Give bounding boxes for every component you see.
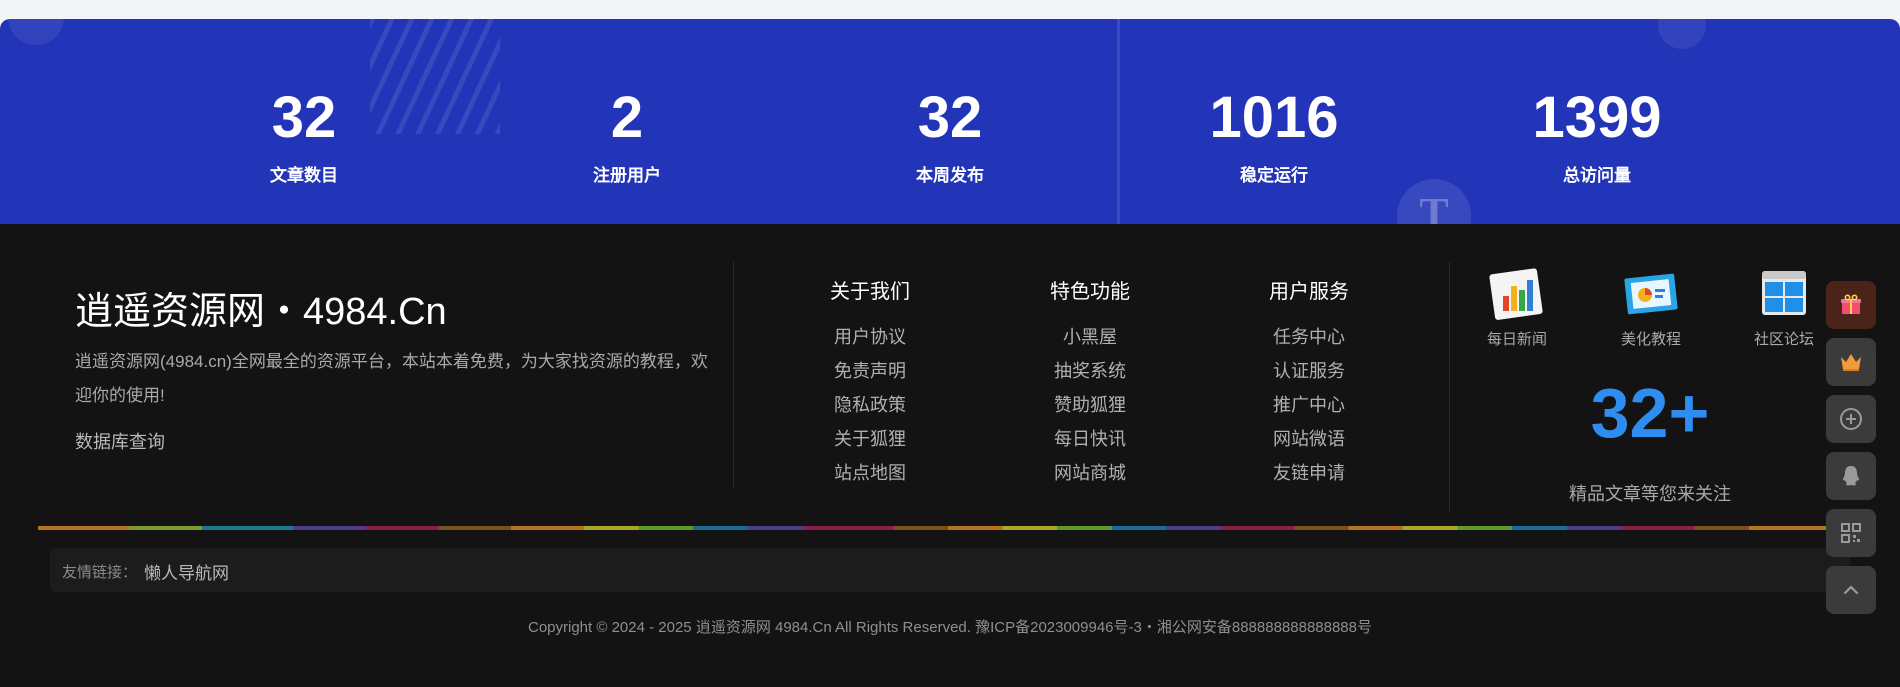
copyright-text: Copyright © 2024 - 2025 逍遥资源网 4984.Cn Al… xyxy=(528,619,1372,636)
presentation-icon xyxy=(1623,268,1679,320)
footer-link[interactable]: 关于狐狸 xyxy=(790,422,950,456)
database-query-link[interactable]: 数据库查询 xyxy=(75,428,165,454)
footer-link[interactable]: 任务中心 xyxy=(1229,320,1389,354)
friend-link[interactable]: 懒人导航网 xyxy=(144,559,229,584)
stat-value: 2 xyxy=(610,85,644,150)
footer-link[interactable]: 赞助狐狸 xyxy=(1010,388,1170,422)
qr-code-button[interactable] xyxy=(1826,509,1876,557)
column-title: 特色功能 xyxy=(1050,281,1130,303)
footer-link[interactable]: 站点地图 xyxy=(790,456,950,490)
stat-label: 文章数目 xyxy=(270,166,338,185)
back-to-top-icon xyxy=(1843,585,1859,595)
link-column-about: 关于我们 用户协议 免责声明 隐私政策 关于狐狸 站点地图 xyxy=(790,275,950,490)
site-title: 逍遥资源网・4984.Cn xyxy=(75,291,447,333)
stat-visits: 1399 总访问量 xyxy=(1487,89,1707,186)
decorative-circle xyxy=(1658,19,1706,49)
footer-link[interactable]: 抽奖系统 xyxy=(1010,354,1170,388)
add-button[interactable] xyxy=(1826,395,1876,443)
footer-link[interactable]: 网站微语 xyxy=(1229,422,1389,456)
stat-value: 32 xyxy=(917,85,983,150)
app-beautify-tutorial[interactable]: 美化教程 xyxy=(1596,268,1706,349)
footer-link[interactable]: 认证服务 xyxy=(1229,354,1389,388)
footer-link[interactable]: 推广中心 xyxy=(1229,388,1389,422)
footer-link[interactable]: 每日快讯 xyxy=(1010,422,1170,456)
vip-button[interactable] xyxy=(1826,338,1876,386)
column-title: 关于我们 xyxy=(830,281,910,303)
friend-links-bar: 友情链接： 懒人导航网 xyxy=(50,548,1850,592)
stat-value: 1399 xyxy=(1532,85,1662,150)
plus-circle-icon xyxy=(1840,408,1862,430)
stat-label: 总访问量 xyxy=(1563,166,1631,185)
bar-chart-icon xyxy=(1489,268,1545,320)
footer-link[interactable]: 网站商城 xyxy=(1010,456,1170,490)
app-label: 每日新闻 xyxy=(1486,331,1547,348)
rainbow-divider xyxy=(38,526,1858,530)
footer-link[interactable]: 用户协议 xyxy=(790,320,950,354)
qr-code-icon xyxy=(1841,523,1861,543)
stats-band: T 32 文章数目 2 注册用户 32 本周发布 1016 稳定运行 1399 … xyxy=(0,19,1900,224)
site-description: 逍遥资源网(4984.cn)全网最全的资源平台，本站本着免费，为大家找资源的教程… xyxy=(75,352,708,405)
windows-icon xyxy=(1756,268,1812,320)
stat-label: 本周发布 xyxy=(916,166,984,185)
decorative-divider xyxy=(1117,19,1120,224)
qq-button[interactable] xyxy=(1826,452,1876,500)
footer-divider xyxy=(733,262,734,487)
qq-icon xyxy=(1842,466,1860,486)
decorative-circle xyxy=(8,19,64,45)
article-count-caption: 精品文章等您来关注 xyxy=(1569,484,1731,504)
app-label: 社区论坛 xyxy=(1753,331,1814,348)
footer-link[interactable]: 免责声明 xyxy=(790,354,950,388)
link-column-services: 用户服务 任务中心 认证服务 推广中心 网站微语 友链申请 xyxy=(1229,275,1389,490)
article-count: 32+ xyxy=(1590,374,1710,452)
footer-link[interactable]: 友链申请 xyxy=(1229,456,1389,490)
stat-label: 注册用户 xyxy=(593,166,661,185)
gift-button[interactable] xyxy=(1826,281,1876,329)
stat-articles: 32 文章数目 xyxy=(194,89,414,186)
column-title: 用户服务 xyxy=(1269,281,1349,303)
crown-icon xyxy=(1841,354,1861,371)
gift-icon xyxy=(1841,294,1861,314)
stat-uptime: 1016 稳定运行 xyxy=(1164,89,1384,186)
app-daily-news[interactable]: 每日新闻 xyxy=(1462,268,1572,349)
stat-weekly: 32 本周发布 xyxy=(840,89,1060,186)
app-label: 美化教程 xyxy=(1620,331,1681,348)
stat-label: 稳定运行 xyxy=(1240,166,1308,185)
back-to-top-button[interactable] xyxy=(1826,566,1876,614)
stat-value: 1016 xyxy=(1209,85,1339,150)
stat-users: 2 注册用户 xyxy=(517,89,737,186)
footer-link[interactable]: 隐私政策 xyxy=(790,388,950,422)
friend-links-label: 友情链接： xyxy=(62,564,138,581)
app-community-forum[interactable]: 社区论坛 xyxy=(1729,268,1839,349)
stat-value: 32 xyxy=(271,85,337,150)
footer-divider xyxy=(1449,262,1450,512)
link-column-features: 特色功能 小黑屋 抽奖系统 赞助狐狸 每日快讯 网站商城 xyxy=(1010,275,1170,490)
footer-link[interactable]: 小黑屋 xyxy=(1010,320,1170,354)
decorative-t-icon: T xyxy=(1397,179,1471,224)
